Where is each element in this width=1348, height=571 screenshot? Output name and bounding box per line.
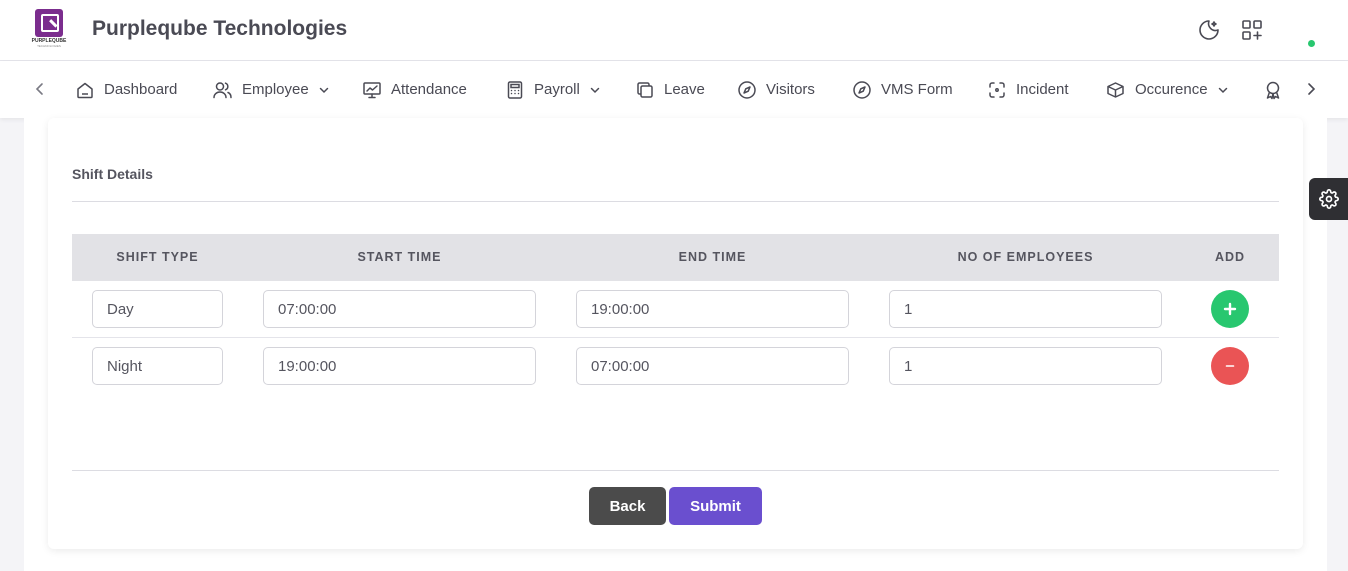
nav-item-visitors[interactable]: Visitors xyxy=(737,61,815,118)
nav-item-label: Occurence xyxy=(1135,81,1208,98)
apps-add-icon[interactable] xyxy=(1240,18,1264,42)
header-shift-type: SHIFT TYPE xyxy=(116,250,199,264)
employees-count-input[interactable] xyxy=(889,347,1162,385)
nav-item-dashboard[interactable]: Dashboard xyxy=(75,61,177,118)
nav-item-label: Leave xyxy=(664,81,705,98)
submit-button[interactable]: Submit xyxy=(669,487,762,525)
online-status-dot xyxy=(1308,40,1315,47)
compass-icon xyxy=(738,80,756,99)
award-icon xyxy=(1266,81,1280,99)
start-time-input[interactable] xyxy=(263,347,536,385)
nav-item-vms-form[interactable]: VMS Form xyxy=(852,61,953,118)
nav-item-employee[interactable]: Employee xyxy=(212,61,330,118)
logo-subtext: TECHNOLOGIES xyxy=(37,44,61,48)
back-button[interactable]: Back xyxy=(589,487,666,525)
nav-item-label: Employee xyxy=(242,81,309,98)
header-start-time: START TIME xyxy=(357,250,442,264)
remove-row-button[interactable] xyxy=(1211,347,1249,385)
table-header: SHIFT TYPE START TIME END TIME NO OF EMP… xyxy=(72,234,1279,281)
copy-icon xyxy=(637,81,653,98)
row-divider xyxy=(72,337,1279,338)
nav-item-label: Payroll xyxy=(534,81,580,98)
nav-item-label: Dashboard xyxy=(104,81,178,98)
nav-scroll-left-icon[interactable] xyxy=(31,80,49,98)
nav-item-label: VMS Form xyxy=(881,81,953,98)
title-divider xyxy=(72,201,1279,202)
shift-type-input[interactable] xyxy=(92,290,223,328)
nav-item-label: Visitors xyxy=(766,81,815,98)
nav-item-leave[interactable]: Leave xyxy=(635,61,705,118)
shift-details-card xyxy=(48,118,1303,549)
section-title: Shift Details xyxy=(72,166,153,182)
gear-icon xyxy=(1318,189,1339,209)
compass-icon xyxy=(853,80,871,99)
logo-mark xyxy=(35,9,63,37)
add-row-button[interactable] xyxy=(1211,290,1249,328)
nav-item-payroll[interactable]: Payroll xyxy=(505,61,601,118)
nav-item-incident[interactable]: Incident xyxy=(987,61,1069,118)
header-no-of-employees: NO OF EMPLOYEES xyxy=(957,250,1094,264)
users-icon xyxy=(213,81,232,98)
shift-type-input[interactable] xyxy=(92,347,223,385)
calculator-icon xyxy=(507,80,523,99)
brand-title: Purpleqube Technologies xyxy=(92,17,348,40)
nav-scroll-right-icon[interactable] xyxy=(1302,80,1320,98)
box-icon xyxy=(1107,81,1124,98)
main-nav: Dashboard Employee Attendance Payroll Le… xyxy=(0,61,1348,118)
chevron-down-icon xyxy=(1218,87,1227,93)
top-header: PURPLEQUBE TECHNOLOGIES Purpleqube Techn… xyxy=(0,0,1348,61)
nav-item-occurence[interactable]: Occurence xyxy=(1105,61,1229,118)
minus-icon xyxy=(1225,365,1235,367)
header-end-time: END TIME xyxy=(678,250,747,264)
nav-item-attendance[interactable]: Attendance xyxy=(362,61,467,118)
nav-item-award[interactable] xyxy=(1263,61,1292,118)
plus-icon xyxy=(1223,302,1237,316)
end-time-input[interactable] xyxy=(576,347,849,385)
customizer-toggle[interactable] xyxy=(1309,178,1348,220)
presentation-chart-icon xyxy=(363,81,381,98)
home-icon xyxy=(77,82,93,98)
moon-icon[interactable] xyxy=(1197,18,1221,42)
footer-divider xyxy=(72,470,1279,471)
chevron-down-icon xyxy=(590,87,600,93)
company-logo[interactable]: PURPLEQUBE TECHNOLOGIES xyxy=(30,9,68,49)
nav-item-label: Incident xyxy=(1016,81,1069,98)
chevron-down-icon xyxy=(319,87,328,93)
nav-item-label: Attendance xyxy=(391,81,467,98)
header-add: ADD xyxy=(1214,250,1246,264)
end-time-input[interactable] xyxy=(576,290,849,328)
employees-count-input[interactable] xyxy=(889,290,1162,328)
start-time-input[interactable] xyxy=(263,290,536,328)
focus-icon xyxy=(989,81,1005,98)
